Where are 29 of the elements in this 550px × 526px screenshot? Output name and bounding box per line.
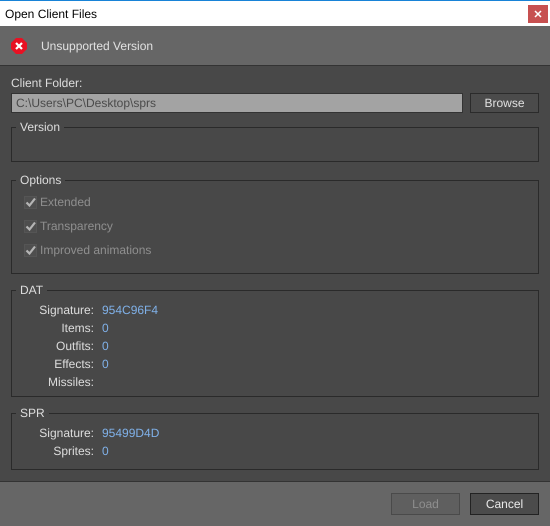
field-value: 0 <box>102 320 110 337</box>
group-title: SPR <box>19 405 46 422</box>
group-title: DAT <box>19 282 44 299</box>
checkbox-label: Transparency <box>40 218 113 235</box>
field-label: Signature: <box>38 425 94 442</box>
close-icon <box>534 10 542 18</box>
group-title: Options <box>19 172 62 189</box>
field-label: Sprites: <box>52 443 94 460</box>
close-button[interactable] <box>528 4 548 22</box>
dialog-button[interactable]: Cancel <box>470 493 539 515</box>
status-message: Unsupported Version <box>41 38 154 54</box>
checkbox-label: Improved animations <box>40 242 152 259</box>
error-icon <box>11 38 27 54</box>
field-value: 0 <box>102 338 110 355</box>
field-value: 95499D4D <box>102 425 160 442</box>
folder-field[interactable]: C:\Users\PC\Desktop\sprs <box>11 93 463 113</box>
browse-button[interactable]: Browse <box>470 93 539 113</box>
field-value: 0 <box>102 356 110 373</box>
field-label: Items: <box>60 320 94 337</box>
group-title: Version <box>19 119 62 136</box>
field-label: Missiles: <box>46 374 94 391</box>
window-title: Open Client Files <box>4 6 98 22</box>
field-label: Signature: <box>38 302 94 319</box>
checkbox-label: Extended <box>40 194 91 211</box>
field-label: Client Folder: <box>11 75 84 91</box>
field-value: 954C96F4 <box>102 302 160 319</box>
field-value: 0 <box>102 443 110 460</box>
field-label: Effects: <box>53 356 94 373</box>
field-label: Outfits: <box>54 338 94 355</box>
